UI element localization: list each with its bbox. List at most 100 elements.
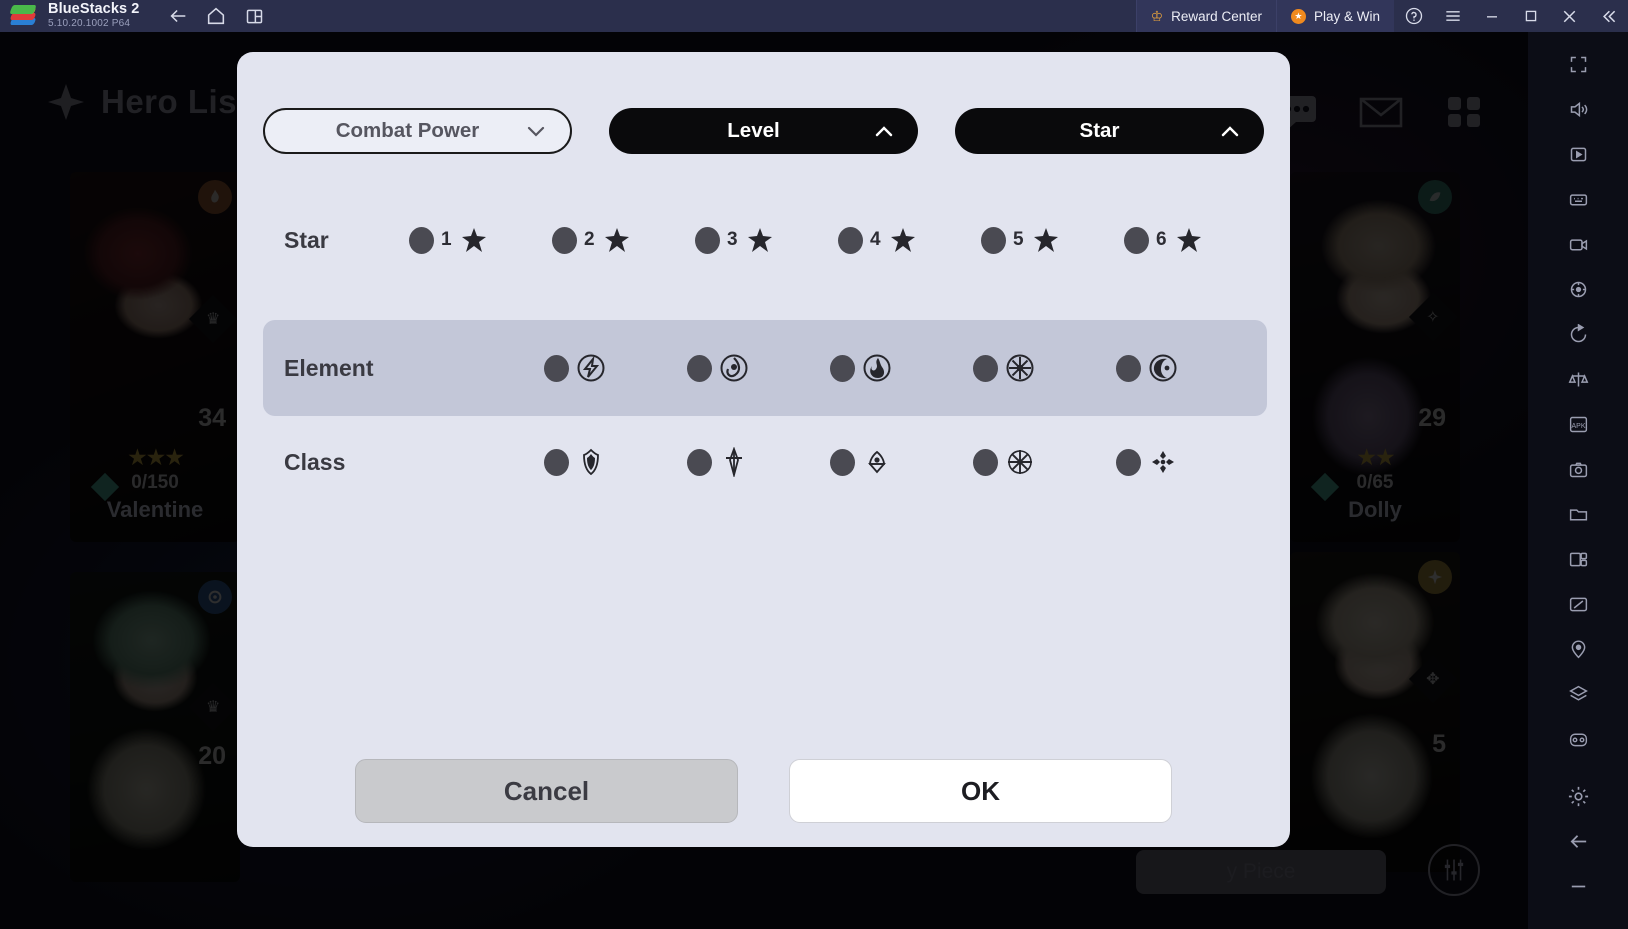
compass-star-class-icon	[1005, 447, 1035, 477]
star-icon	[602, 225, 632, 255]
minimize-icon[interactable]	[1472, 0, 1511, 32]
location-icon[interactable]	[1558, 269, 1598, 309]
radio-unchecked[interactable]	[409, 226, 434, 254]
screenshot-icon[interactable]	[1558, 134, 1598, 174]
multi-instance-button[interactable]	[235, 0, 273, 32]
element-option-moon[interactable]	[1116, 353, 1259, 383]
volume-icon[interactable]	[1558, 89, 1598, 129]
tab-star-label: Star	[1079, 119, 1120, 142]
reward-center-button[interactable]: ♔ Reward Center	[1135, 0, 1276, 32]
star-icon	[1174, 225, 1204, 255]
radio-unchecked[interactable]	[973, 448, 998, 476]
star-option-4[interactable]: 4	[838, 225, 981, 255]
star-option-3-num: 3	[727, 229, 738, 250]
star-option-3[interactable]: 3	[695, 225, 838, 255]
ok-button[interactable]: OK	[789, 759, 1172, 823]
radio-unchecked[interactable]	[552, 226, 577, 254]
tab-level-label: Level	[727, 119, 780, 142]
multi-window-icon[interactable]	[1558, 539, 1598, 579]
four-dots-class-icon	[1148, 447, 1178, 477]
radio-unchecked[interactable]	[981, 226, 1006, 254]
pin-icon[interactable]	[1558, 629, 1598, 669]
bow-class-icon	[862, 447, 892, 477]
star-option-1-num: 1	[441, 229, 452, 250]
macro-icon[interactable]	[1558, 584, 1598, 624]
moon-element-icon	[1148, 353, 1178, 383]
star-option-6[interactable]: 6	[1124, 225, 1267, 255]
star-options: 1 2 3 4 5 6	[409, 225, 1267, 255]
element-option-snowflake[interactable]	[973, 353, 1116, 383]
cancel-button[interactable]: Cancel	[355, 759, 738, 823]
radio-unchecked[interactable]	[838, 226, 863, 254]
class-option-compass-star[interactable]	[973, 447, 1116, 477]
orange-badge-icon: ★	[1290, 8, 1306, 24]
lightning-element-icon	[576, 353, 606, 383]
help-icon[interactable]	[1394, 0, 1433, 32]
chevron-up-icon	[872, 119, 896, 143]
tab-level[interactable]: Level	[609, 108, 918, 154]
radio-unchecked[interactable]	[1116, 354, 1141, 382]
play-and-win-label: Play & Win	[1313, 8, 1380, 24]
element-option-water[interactable]	[687, 353, 830, 383]
star-option-5[interactable]: 5	[981, 225, 1124, 255]
titlebar-nav	[159, 0, 273, 32]
camera-icon[interactable]	[1558, 449, 1598, 489]
star-option-5-num: 5	[1013, 229, 1024, 250]
collapse-sidebar-icon[interactable]	[1589, 0, 1628, 32]
shield-class-icon	[576, 447, 606, 477]
element-option-lightning[interactable]	[544, 353, 687, 383]
tab-combat-power[interactable]: Combat Power	[263, 108, 572, 154]
scales-icon[interactable]	[1558, 359, 1598, 399]
apk-install-icon[interactable]: APK	[1558, 404, 1598, 444]
star-option-1[interactable]: 1	[409, 225, 552, 255]
back-button[interactable]	[159, 0, 197, 32]
back-arrow-icon[interactable]	[1558, 821, 1598, 861]
radio-unchecked[interactable]	[544, 448, 569, 476]
keymap-icon[interactable]	[1558, 179, 1598, 219]
radio-unchecked[interactable]	[1124, 226, 1149, 254]
app-version: 5.10.20.1002 P64	[48, 18, 131, 30]
chevron-down-icon	[524, 119, 548, 143]
radio-unchecked[interactable]	[973, 354, 998, 382]
star-option-6-num: 6	[1156, 229, 1167, 250]
star-option-4-num: 4	[870, 229, 881, 250]
fullscreen-icon[interactable]	[1558, 44, 1598, 84]
fire-element-icon	[862, 353, 892, 383]
radio-unchecked[interactable]	[1116, 448, 1141, 476]
video-record-icon[interactable]	[1558, 224, 1598, 264]
class-option-four-dots[interactable]	[1116, 447, 1259, 477]
star-icon	[745, 225, 775, 255]
element-options	[528, 353, 1267, 383]
reward-center-label: Reward Center	[1171, 8, 1262, 24]
filter-row-class: Class	[263, 434, 1267, 490]
star-icon	[459, 225, 489, 255]
bluestacks-titlebar: BlueStacks 2 5.10.20.1002 P64 ♔ Reward C…	[0, 0, 1628, 32]
hamburger-menu-icon[interactable]	[1433, 0, 1472, 32]
chevron-up-icon	[1218, 119, 1242, 143]
gamepad-icon[interactable]	[1558, 719, 1598, 759]
maximize-icon[interactable]	[1511, 0, 1550, 32]
settings-gear-icon[interactable]	[1558, 776, 1598, 816]
sword-class-icon	[719, 447, 749, 477]
class-option-sword[interactable]	[687, 447, 830, 477]
radio-unchecked[interactable]	[687, 448, 712, 476]
rotate-icon[interactable]	[1558, 314, 1598, 354]
tab-star[interactable]: Star	[955, 108, 1264, 154]
layers-icon[interactable]	[1558, 674, 1598, 714]
home-button[interactable]	[197, 0, 235, 32]
star-option-2[interactable]: 2	[552, 225, 695, 255]
element-option-fire[interactable]	[830, 353, 973, 383]
class-option-bow[interactable]	[830, 447, 973, 477]
bluestacks-sidebar: APK	[1528, 32, 1628, 929]
radio-unchecked[interactable]	[830, 448, 855, 476]
crown-icon: ♔	[1150, 7, 1164, 24]
close-icon[interactable]	[1550, 0, 1589, 32]
radio-unchecked[interactable]	[695, 226, 720, 254]
radio-unchecked[interactable]	[544, 354, 569, 382]
minimize-dash-icon[interactable]	[1558, 866, 1598, 906]
play-and-win-button[interactable]: ★ Play & Win	[1275, 0, 1394, 32]
class-option-shield[interactable]	[544, 447, 687, 477]
folder-icon[interactable]	[1558, 494, 1598, 534]
radio-unchecked[interactable]	[830, 354, 855, 382]
radio-unchecked[interactable]	[687, 354, 712, 382]
